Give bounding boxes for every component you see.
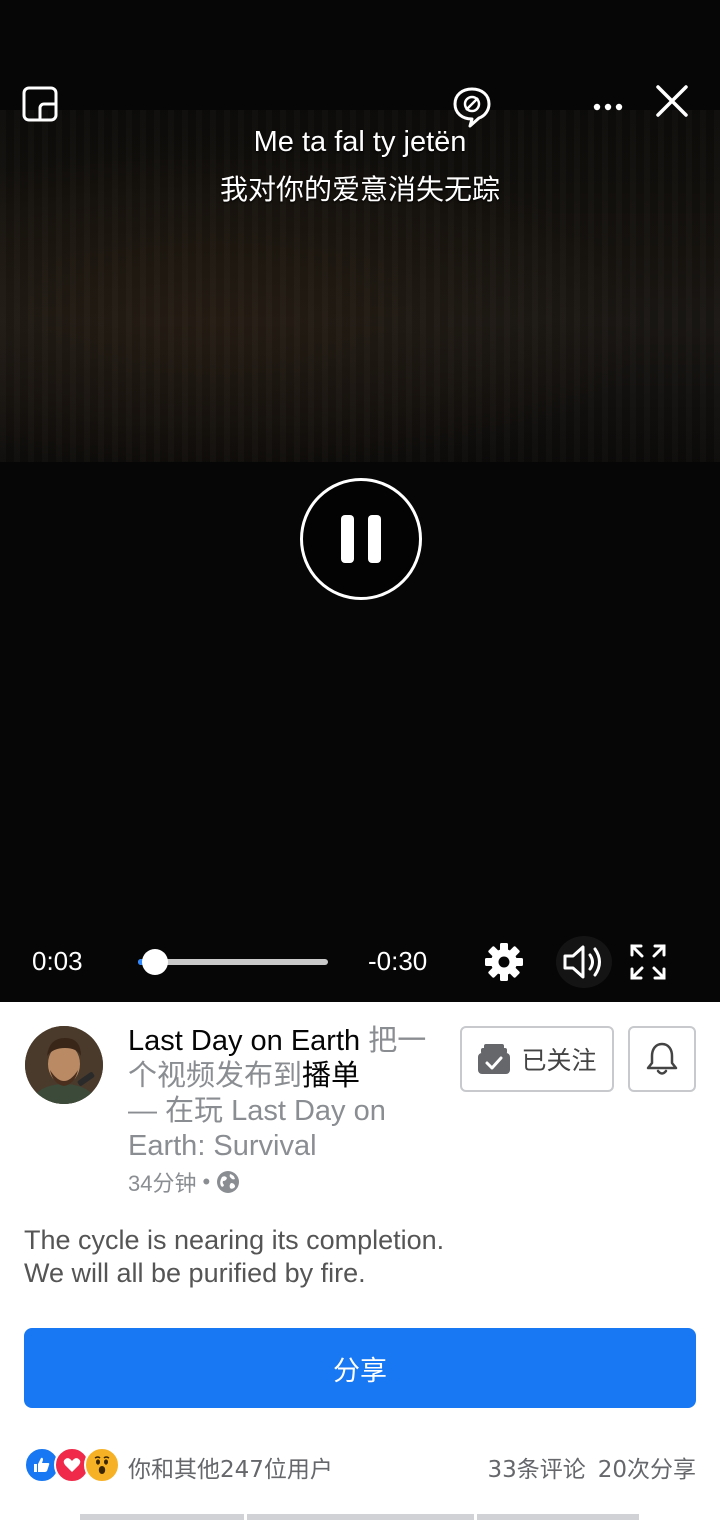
playing-game-text[interactable]: — 在玩 Last Day on Earth: Survival (128, 1095, 386, 1162)
action-bar-segment-3 (477, 1514, 639, 1520)
picture-in-picture-icon[interactable] (22, 86, 58, 122)
more-options-icon[interactable] (592, 96, 624, 118)
video-player[interactable]: Me ta fal ty jetën 我对你的爱意消失无踪 0:03 -0:30 (0, 0, 720, 1002)
caption-line-2: We will all be purified by fire. (24, 1258, 366, 1288)
page-avatar[interactable] (25, 1026, 103, 1104)
globe-icon (217, 1171, 240, 1193)
seek-bar[interactable] (138, 949, 328, 975)
post-time[interactable]: 34分钟 (128, 1166, 196, 1198)
notifications-button[interactable] (628, 1026, 696, 1092)
fullscreen-icon[interactable] (628, 942, 668, 982)
post-caption: The cycle is nearing its completion. We … (24, 1224, 704, 1290)
pause-icon (341, 515, 381, 563)
action-bar-segment-1 (80, 1514, 244, 1520)
reaction-icons[interactable] (24, 1447, 120, 1483)
page-name-link[interactable]: Last Day on Earth (128, 1025, 360, 1057)
subtitle-line-translation: 我对你的爱意消失无踪 (219, 173, 500, 206)
bell-icon (646, 1042, 678, 1075)
volume-icon[interactable] (556, 936, 612, 988)
seek-handle[interactable] (142, 949, 169, 975)
video-frame (0, 110, 720, 462)
followed-check-icon (478, 1044, 511, 1074)
caption-line-1: The cycle is nearing its completion. (24, 1225, 445, 1255)
playlist-link[interactable]: 播单 (302, 1060, 360, 1092)
shares-count[interactable]: 20次分享 (598, 1450, 696, 1484)
action-bar-segment-2 (247, 1514, 474, 1520)
wow-reaction-icon (84, 1447, 120, 1483)
reactions-summary[interactable]: 你和其他247位用户 (128, 1450, 333, 1484)
captions-off-icon[interactable] (452, 86, 492, 128)
following-label: 已关注 (521, 1046, 597, 1075)
comments-count[interactable]: 33条评论 (487, 1450, 585, 1484)
meta-separator: • (202, 1169, 211, 1194)
remaining-time: -0:30 (368, 946, 428, 976)
elapsed-time: 0:03 (32, 946, 83, 976)
post-meta: 34分钟 • (128, 1166, 240, 1198)
settings-gear-icon[interactable] (482, 940, 526, 984)
share-button[interactable]: 分享 (24, 1328, 696, 1408)
following-button[interactable]: 已关注 (460, 1026, 614, 1092)
pause-button[interactable] (300, 478, 422, 600)
post-header-text: Last Day on Earth 把一个视频发布到播单 — 在玩 Last D… (128, 1024, 428, 1164)
engagement-counts: 33条评论 20次分享 (487, 1450, 696, 1484)
subtitle-line-original: Me ta fal ty jetën (253, 126, 467, 158)
close-icon[interactable] (654, 83, 690, 119)
